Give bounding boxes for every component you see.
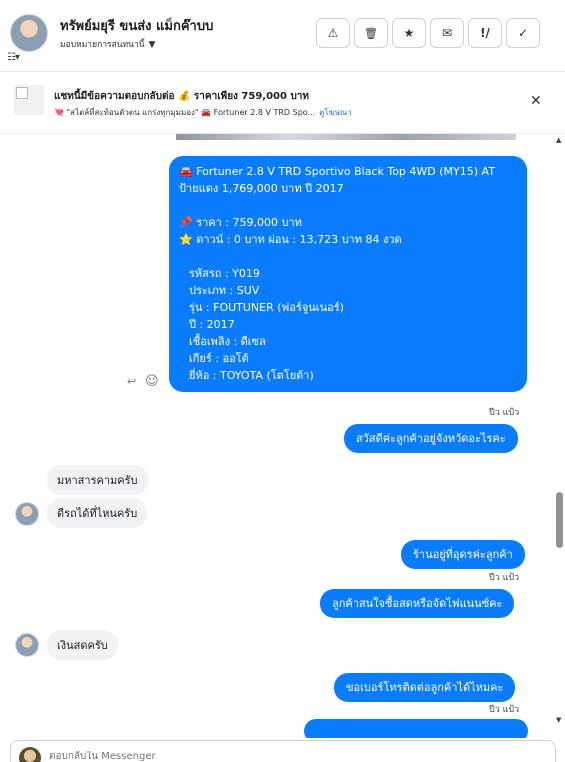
conversation-header: ☷▾ ทรัพย์มยุรี ขนส่ง แม็กค๊าบบ มอบหมายกา… bbox=[0, 0, 565, 72]
listing-line: ปี : 2017 bbox=[189, 318, 235, 331]
listing-line bbox=[179, 248, 517, 265]
listing-line: 📌 ราคา : 759,000 บาท bbox=[179, 216, 302, 229]
ad-thumbnail[interactable] bbox=[14, 85, 44, 115]
chevron-down-icon: ▼ bbox=[148, 40, 156, 50]
outgoing-message[interactable]: สวัสดีค่ะลูกค้าอยู่จังหวัดอะไรคะ bbox=[344, 424, 518, 453]
listing-line: รหัสรถ : Y019 bbox=[189, 267, 260, 280]
scroll-up-arrow-icon[interactable]: ▲ bbox=[556, 136, 561, 144]
close-icon[interactable]: ✕ bbox=[530, 93, 542, 109]
trash-icon: 🗑 bbox=[364, 26, 378, 40]
incoming-message[interactable]: เงินสดครับ bbox=[47, 630, 118, 660]
scroll-down-arrow-icon[interactable]: ▼ bbox=[556, 716, 561, 724]
star-button[interactable]: ★ bbox=[392, 18, 426, 48]
listing-line: เกียร์ : ออโต้ bbox=[189, 352, 249, 365]
contact-avatar[interactable] bbox=[10, 14, 48, 52]
ad-context-banner: แชทนี้มีข้อความตอบกลับต่อ 💰 ราคาเพียง 75… bbox=[0, 72, 565, 134]
view-ad-link[interactable]: ดูโฆษณา bbox=[319, 108, 352, 117]
chat-scrollbar[interactable]: ▲ ▼ bbox=[554, 134, 564, 738]
done-button[interactable]: ✓ bbox=[506, 18, 540, 48]
sender-name: ปีว แป้ว bbox=[489, 705, 520, 715]
incoming-message[interactable]: ดีรถได้ที่ไหนครับ bbox=[47, 498, 148, 528]
listing-line: ป้ายแดง 1,769,000 บาท ปี 2017 bbox=[179, 182, 344, 195]
assign-label: มอบหมายการสนทนานี้ bbox=[60, 40, 145, 50]
listing-message-bubble[interactable]: 🚘 Fortuner 2.8 V TRD Sportivo Black Top … bbox=[169, 156, 527, 392]
mark-unread-button[interactable]: ✉ bbox=[430, 18, 464, 48]
listing-line: ⭐ ดาวน์ : 0 บาท ผ่อน : 13,723 บาท 84 งวด bbox=[179, 233, 402, 246]
ad-description: 💘 "สไตล์ที่สะท้อนตัวตน แกร่งทุกมุมมอง" 🚘… bbox=[54, 108, 316, 117]
spam-button[interactable]: !/ bbox=[468, 18, 502, 48]
outgoing-message[interactable]: ขอเบอร์โทรติดต่อลูกค้าได้ไหมคะ bbox=[334, 673, 516, 702]
listing-line: 🚘 Fortuner 2.8 V TRD Sportivo Black Top … bbox=[179, 165, 495, 178]
car-image-preview[interactable] bbox=[176, 134, 516, 140]
warning-icon: ⚠ bbox=[327, 26, 339, 40]
listing-line bbox=[179, 197, 517, 214]
contact-name[interactable]: ทรัพย์มยุรี ขนส่ง แม็กค๊าบบ bbox=[60, 15, 213, 36]
message-thread: 🚘 Fortuner 2.8 V TRD Sportivo Black Top … bbox=[0, 134, 565, 738]
reply-input[interactable] bbox=[49, 751, 529, 762]
react-emoji-icon[interactable]: ☺ bbox=[145, 374, 159, 389]
listing-line: ยี่ห้อ : TOYOTA (โตโยต้า) bbox=[189, 369, 314, 382]
outgoing-message[interactable]: ลูกค้าสนใจซื้อสดหรือจัดไฟแนนซ์คะ bbox=[320, 589, 515, 618]
exclamation-icon: !/ bbox=[480, 26, 490, 40]
banner-subtitle: 💘 "สไตล์ที่สะท้อนตัวตน แกร่งทุกมุมมอง" 🚘… bbox=[54, 106, 352, 119]
listing-line: เชื้อเพลิง : ดีเซล bbox=[189, 335, 266, 348]
sender-name: ปีว แป้ว bbox=[489, 408, 520, 418]
assign-conversation-dropdown[interactable]: มอบหมายการสนทนานี้ ▼ bbox=[60, 37, 155, 51]
settings-sliders-icon[interactable]: ☷▾ bbox=[7, 52, 20, 63]
envelope-icon: ✉ bbox=[441, 26, 453, 40]
listing-line: รุ่น : FOUTUNER (ฟอร์จูนเนอร์) bbox=[189, 301, 344, 314]
reply-icon[interactable]: ↩ bbox=[127, 375, 136, 388]
scrollbar-thumb[interactable] bbox=[556, 492, 563, 548]
listing-line: ประเภท : SUV bbox=[189, 284, 260, 297]
contact-avatar-small[interactable] bbox=[15, 633, 39, 657]
message-composer bbox=[10, 740, 556, 762]
check-icon: ✓ bbox=[517, 26, 529, 40]
incoming-message[interactable]: มหาสารคามครับ bbox=[47, 465, 148, 495]
report-button[interactable]: ⚠ bbox=[316, 18, 350, 48]
banner-title: แชทนี้มีข้อความตอบกลับต่อ 💰 ราคาเพียง 75… bbox=[54, 91, 310, 102]
delete-button[interactable]: 🗑 bbox=[354, 18, 388, 48]
contact-avatar-small[interactable] bbox=[15, 502, 39, 526]
sender-name: ปีว แป้ว bbox=[489, 573, 520, 583]
outgoing-message-partial[interactable] bbox=[304, 719, 528, 738]
outgoing-message[interactable]: ร้านอยู่ที่อุดรค่ะลูกค้า bbox=[401, 540, 525, 569]
page-avatar bbox=[19, 747, 41, 762]
star-icon: ★ bbox=[403, 26, 415, 40]
